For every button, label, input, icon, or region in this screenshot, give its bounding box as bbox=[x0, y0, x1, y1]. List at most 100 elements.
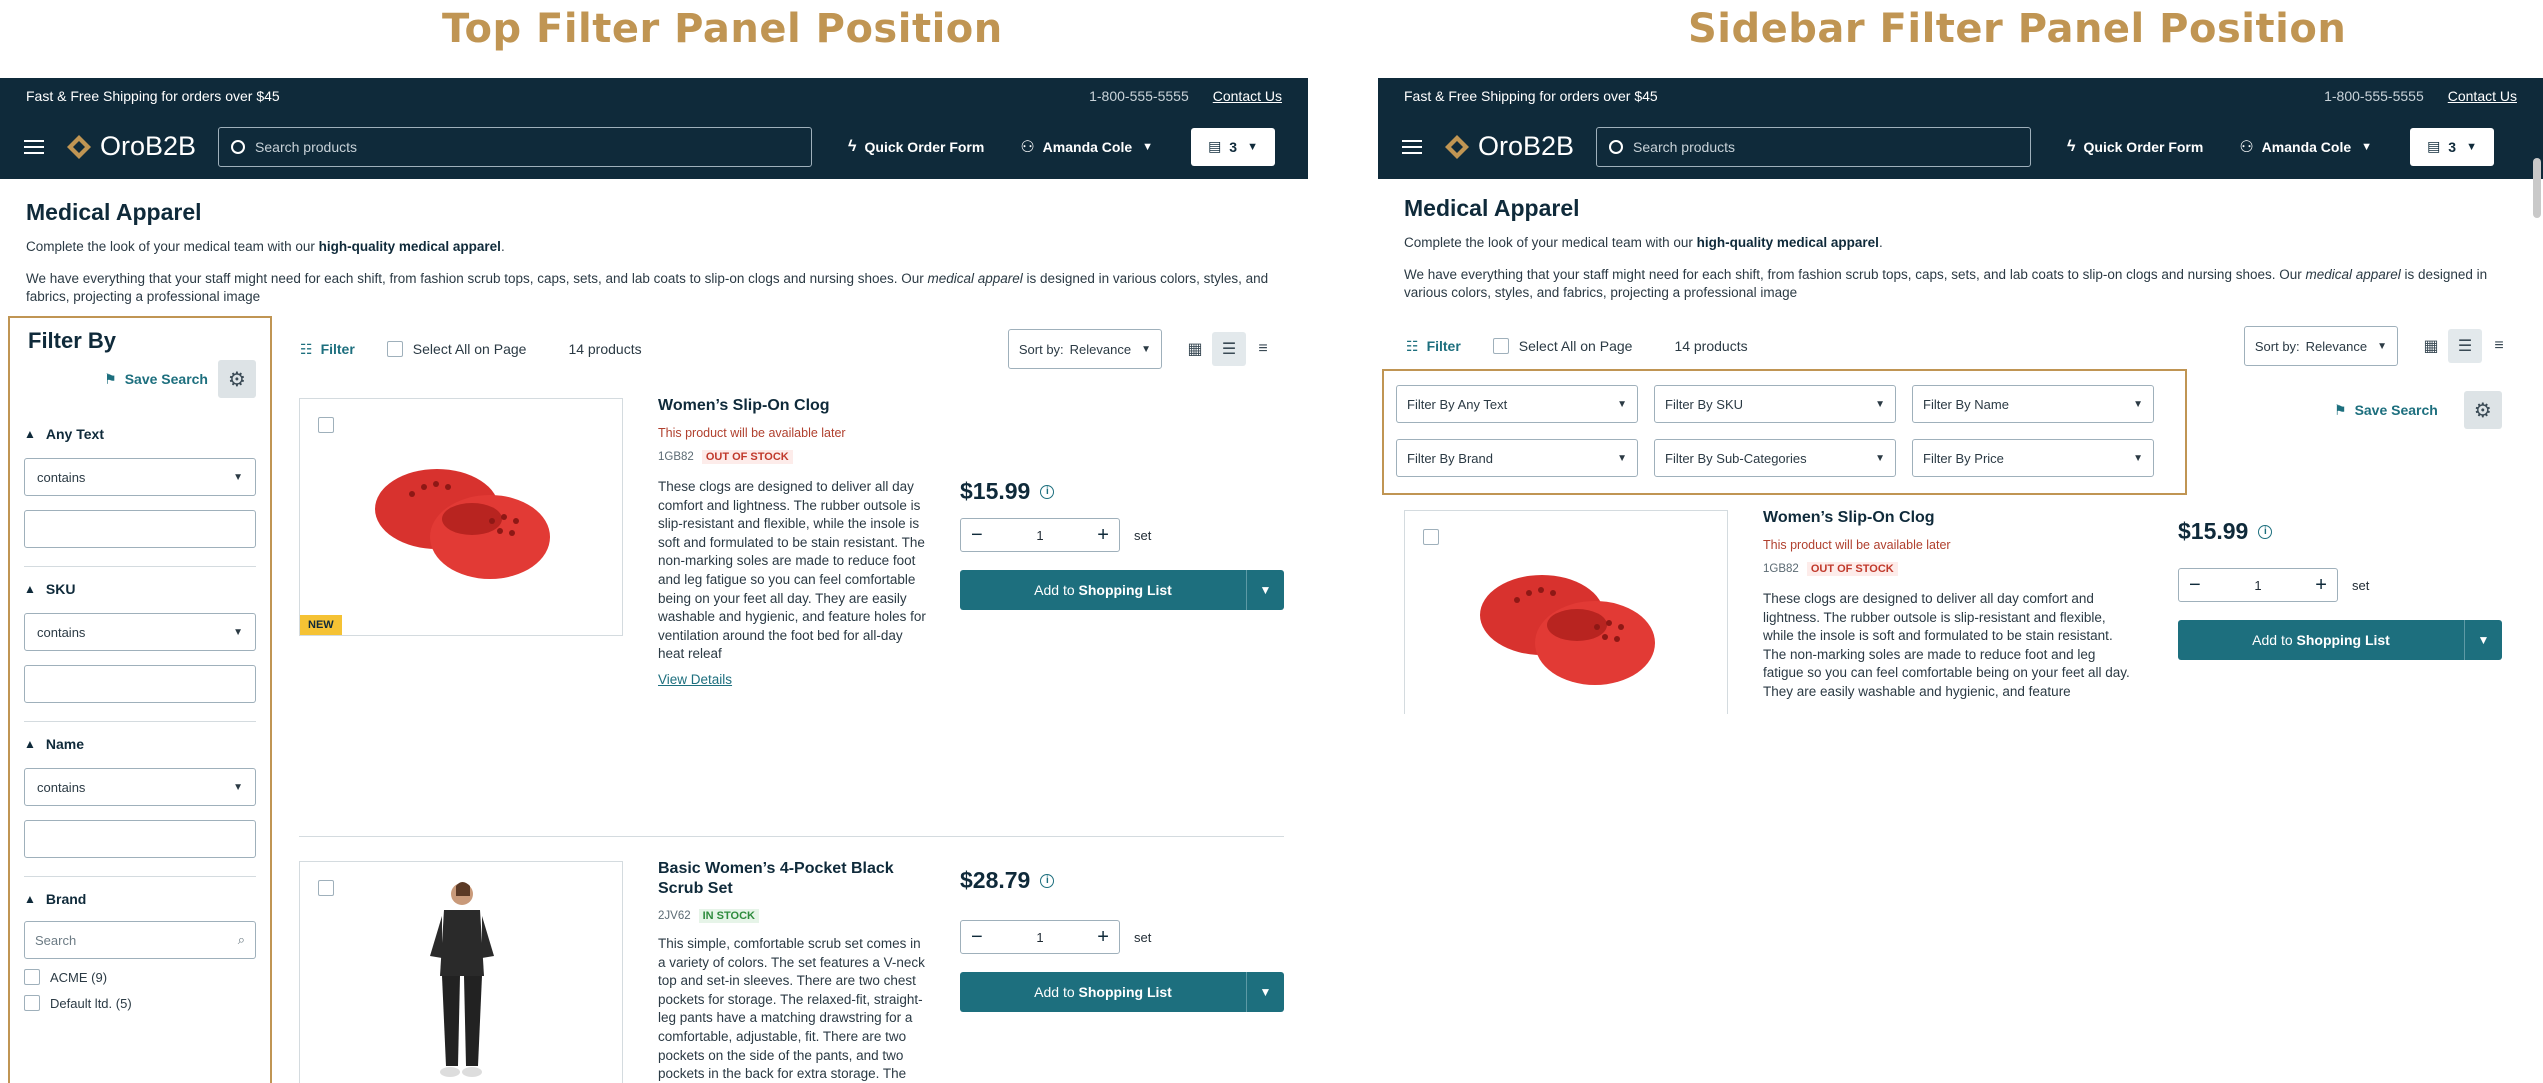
filter-group-toggle[interactable]: ▲ SKU bbox=[24, 581, 256, 597]
brand-search-input[interactable]: Search ⌕ bbox=[24, 921, 256, 959]
minus-icon[interactable]: − bbox=[971, 926, 983, 949]
settings-button[interactable]: ⚙ bbox=[218, 360, 256, 398]
chevron-down-icon[interactable]: ▼ bbox=[1246, 570, 1284, 610]
chevron-down-icon[interactable]: ▼ bbox=[1246, 972, 1284, 1012]
product-checkbox[interactable] bbox=[1423, 529, 1439, 545]
brand-option[interactable]: ACME (9) bbox=[24, 969, 256, 985]
quick-order-link[interactable]: ϟ Quick Order Form bbox=[2067, 138, 2203, 156]
page-description-2: We have everything that your staff might… bbox=[26, 271, 1269, 304]
chevron-up-icon: ▲ bbox=[24, 892, 36, 906]
user-icon: ⚇ bbox=[1020, 138, 1035, 156]
phone-number[interactable]: 1-800-555-5555 bbox=[2324, 88, 2424, 104]
list-view-icon[interactable]: ☰ bbox=[1212, 332, 1246, 366]
minus-icon[interactable]: − bbox=[2189, 574, 2201, 597]
compact-view-icon[interactable]: ≡ bbox=[2482, 329, 2516, 363]
plus-icon[interactable]: + bbox=[1097, 926, 1109, 949]
product-image[interactable] bbox=[1404, 510, 1728, 714]
filter-group-any-text: ▲ Any Text contains ▼ bbox=[24, 412, 256, 548]
product-description: This simple, comfortable scrub set comes… bbox=[658, 936, 925, 1082]
contact-link[interactable]: Contact Us bbox=[1213, 88, 1282, 104]
filter-price-select[interactable]: Filter By Price ▼ bbox=[1912, 439, 2154, 477]
shopping-list-button[interactable]: ▤ 3 ▼ bbox=[1191, 127, 1276, 166]
product-purchase: $15.99 i bbox=[2178, 518, 2273, 545]
product-checkbox[interactable] bbox=[318, 880, 334, 896]
product-name-link[interactable]: Women’s Slip-On Clog bbox=[658, 396, 928, 416]
info-icon[interactable]: i bbox=[1040, 873, 1055, 888]
menu-icon[interactable] bbox=[1402, 139, 1422, 154]
user-menu[interactable]: ⚇ Amanda Cole ▼ bbox=[1020, 137, 1153, 157]
sort-select[interactable]: Sort by: Relevance ▼ bbox=[2243, 326, 2398, 366]
any-text-input[interactable] bbox=[24, 510, 256, 548]
checkbox[interactable] bbox=[24, 995, 40, 1011]
availability-text: This product will be available later bbox=[1763, 538, 1951, 552]
view-details-link[interactable]: View Details bbox=[658, 672, 732, 687]
name-input[interactable] bbox=[24, 820, 256, 858]
grid-view-icon[interactable]: ▦ bbox=[2414, 329, 2448, 363]
minus-icon[interactable]: − bbox=[971, 524, 983, 547]
compact-view-icon[interactable]: ≡ bbox=[1246, 332, 1280, 366]
quantity-stepper[interactable]: −1 + bbox=[960, 920, 1120, 954]
checkbox[interactable] bbox=[24, 969, 40, 985]
clipboard-icon: ▤ bbox=[2427, 138, 2441, 154]
add-to-shopping-list-button[interactable]: Add to Shopping List ▼ bbox=[2178, 620, 2502, 660]
info-icon[interactable]: i bbox=[1040, 484, 1055, 499]
filter-toggle[interactable]: ☷ Filter bbox=[1406, 338, 1461, 355]
product-name-link[interactable]: Basic Women’s 4-Pocket Black Scrub Set bbox=[658, 859, 928, 899]
scrollbar[interactable] bbox=[2533, 148, 2541, 708]
filter-brand-select[interactable]: Filter By Brand ▼ bbox=[1396, 439, 1638, 477]
operator-select[interactable]: contains ▼ bbox=[24, 613, 256, 651]
product-price: $15.99 bbox=[960, 478, 1031, 504]
logo[interactable]: OroB2B bbox=[66, 131, 196, 162]
search-placeholder: Search products bbox=[1633, 138, 1735, 155]
select-all-checkbox[interactable]: Select All on Page bbox=[1492, 338, 1632, 354]
shipping-text: Fast & Free Shipping for orders over $45 bbox=[1404, 88, 1658, 104]
menu-icon[interactable] bbox=[24, 139, 44, 154]
add-to-shopping-list-button[interactable]: Add to Shopping List ▼ bbox=[960, 972, 1284, 1012]
save-search-button[interactable]: ⚑ Save Search bbox=[2334, 402, 2438, 419]
page-title: Medical Apparel bbox=[1404, 195, 1580, 221]
quantity-stepper[interactable]: −1 + bbox=[960, 518, 1120, 552]
product-name-link[interactable]: Women’s Slip-On Clog bbox=[1763, 508, 2138, 528]
filter-toggle[interactable]: ☷ Filter bbox=[300, 341, 355, 358]
scrollbar-thumb[interactable] bbox=[2533, 158, 2541, 218]
select-all-checkbox[interactable]: Select All on Page bbox=[386, 341, 526, 357]
filter-group-toggle[interactable]: ▲ Brand bbox=[24, 891, 256, 907]
grid-view-icon[interactable]: ▦ bbox=[1178, 332, 1212, 366]
chevron-down-icon[interactable]: ▼ bbox=[2464, 620, 2502, 660]
shopping-list-button[interactable]: ▤ 3 ▼ bbox=[2410, 127, 2495, 166]
bookmark-icon: ⚑ bbox=[2334, 401, 2347, 418]
search-input[interactable]: Search products bbox=[218, 126, 813, 167]
logo[interactable]: OroB2B bbox=[1444, 131, 1574, 162]
page-title: Medical Apparel bbox=[26, 199, 202, 225]
filter-any-text-select[interactable]: Filter By Any Text ▼ bbox=[1396, 385, 1638, 423]
phone-number[interactable]: 1-800-555-5555 bbox=[1089, 88, 1189, 104]
brand-option[interactable]: Default ltd. (5) bbox=[24, 995, 256, 1011]
quick-order-link[interactable]: ϟ Quick Order Form bbox=[848, 138, 984, 156]
search-icon bbox=[231, 139, 246, 154]
settings-button[interactable]: ⚙ bbox=[2463, 391, 2502, 429]
operator-select[interactable]: contains ▼ bbox=[24, 458, 256, 496]
filter-group-toggle[interactable]: ▲ Name bbox=[24, 736, 256, 752]
add-to-shopping-list-button[interactable]: Add to Shopping List ▼ bbox=[960, 570, 1284, 610]
unit-label: set bbox=[2352, 577, 2370, 593]
filter-sub-categories-select[interactable]: Filter By Sub-Categories ▼ bbox=[1654, 439, 1896, 477]
contact-link[interactable]: Contact Us bbox=[2448, 88, 2517, 104]
save-search-button[interactable]: ⚑ Save Search bbox=[104, 371, 208, 388]
filter-name-select[interactable]: Filter By Name ▼ bbox=[1912, 385, 2154, 423]
sku-input[interactable] bbox=[24, 665, 256, 703]
plus-icon[interactable]: + bbox=[1097, 524, 1109, 547]
search-input[interactable]: Search products bbox=[1596, 126, 2032, 167]
product-checkbox[interactable] bbox=[318, 417, 334, 433]
filter-sku-select[interactable]: Filter By SKU ▼ bbox=[1654, 385, 1896, 423]
plus-icon[interactable]: + bbox=[2315, 574, 2327, 597]
quantity-stepper[interactable]: −1 + bbox=[2178, 568, 2338, 602]
user-menu[interactable]: ⚇ Amanda Cole ▼ bbox=[2239, 137, 2372, 157]
info-icon[interactable]: i bbox=[2258, 524, 2273, 539]
list-view-icon[interactable]: ☰ bbox=[2448, 329, 2482, 363]
filter-group-toggle[interactable]: ▲ Any Text bbox=[24, 426, 256, 442]
product-image[interactable]: NEW bbox=[299, 398, 623, 636]
sort-select[interactable]: Sort by: Relevance ▼ bbox=[1007, 329, 1162, 369]
product-image[interactable] bbox=[299, 861, 623, 1083]
operator-select[interactable]: contains ▼ bbox=[24, 768, 256, 806]
main-header: OroB2B Search products ϟ Quick Order For… bbox=[0, 114, 1308, 179]
